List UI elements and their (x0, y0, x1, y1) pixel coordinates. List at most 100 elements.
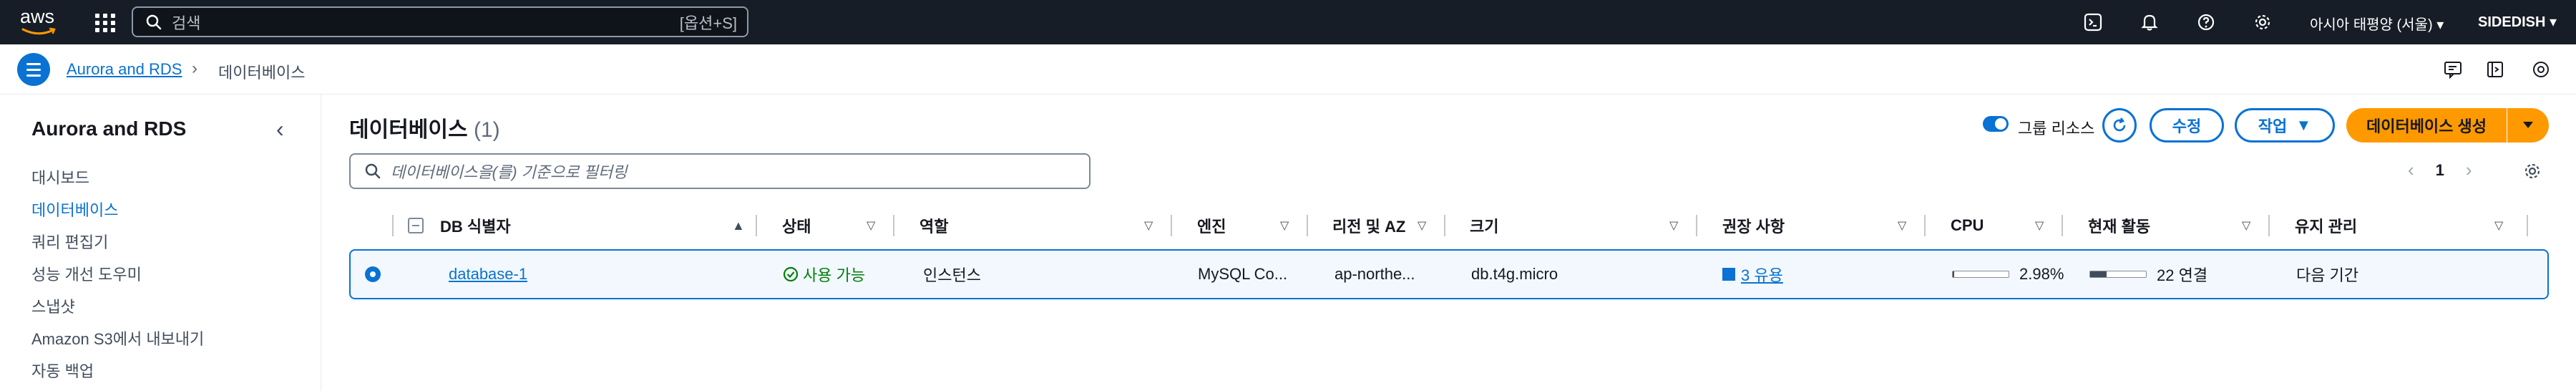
size-cell: db.t4g.micro (1471, 265, 1558, 283)
global-search-input[interactable]: 검색 [옵션+S] (132, 6, 748, 37)
gear-icon[interactable] (2250, 10, 2275, 34)
breadcrumb-current: 데이터베이스 (218, 64, 306, 82)
create-database-dropdown[interactable] (2507, 108, 2549, 143)
refresh-button[interactable] (2102, 108, 2137, 143)
activity-bar (2089, 271, 2147, 278)
chevron-right-icon: › (192, 59, 197, 78)
cpu-value: 2.98% (2019, 265, 2064, 283)
column-header-activity[interactable]: 현재 활동 (2088, 203, 2150, 248)
breadcrumb-bar: Aurora and RDS › 데이터베이스 (0, 44, 2576, 95)
cloudshell-icon[interactable] (2081, 10, 2105, 34)
menu-toggle-button[interactable] (17, 53, 50, 86)
column-divider (1924, 215, 1926, 236)
sort-icon[interactable]: ▽ (2494, 203, 2503, 248)
column-divider (1444, 215, 1445, 236)
cpu-cell: 2.98% (1952, 251, 2064, 298)
group-resources-label: 그룹 리소스 (2018, 120, 2095, 137)
activity-value: 22 연결 (2157, 266, 2208, 284)
sidebar-title: Aurora and RDS (31, 117, 187, 140)
circle-settings-icon[interactable] (2529, 57, 2553, 82)
search-shortcut: [옵션+S] (679, 14, 737, 32)
sidebar-item-databases[interactable]: 데이터베이스 (31, 198, 118, 221)
column-divider (1171, 215, 1172, 236)
cpu-bar (1952, 271, 2009, 278)
collapse-chevron-icon[interactable]: ‹ (276, 116, 284, 143)
bell-icon[interactable] (2137, 10, 2162, 34)
table-settings-gear-icon[interactable] (2520, 159, 2545, 183)
column-header-size[interactable]: 크기 (1470, 203, 1498, 248)
column-header-role[interactable]: 역할 (919, 203, 948, 248)
maintenance-cell: 다음 기간 (2296, 266, 2359, 284)
page-title: 데이터베이스 (1) (349, 118, 500, 142)
sort-icon[interactable]: ▽ (2035, 203, 2044, 248)
column-header-identifier[interactable]: DB 식별자 (440, 203, 511, 248)
sidebar-item-dashboard[interactable]: 대시보드 (31, 165, 89, 188)
sort-icon[interactable]: ▽ (1418, 203, 1426, 248)
group-resources-toggle[interactable] (1983, 116, 2009, 132)
pagination: ‹ 1 › (2408, 159, 2472, 181)
aws-logo-text: aws (20, 6, 55, 27)
column-header-region-az[interactable]: 리전 및 AZ (1332, 203, 1405, 248)
search-icon (365, 163, 381, 179)
filter-input[interactable]: 데이터베이스을(를) 기준으로 필터링 (349, 153, 1091, 189)
column-divider (2062, 215, 2063, 236)
column-header-maintenance[interactable]: 유지 관리 (2295, 203, 2357, 248)
db-identifier-link[interactable]: database-1 (449, 265, 527, 284)
help-icon[interactable] (2194, 10, 2218, 34)
sort-icon[interactable]: ▽ (1144, 203, 1153, 248)
region-selector[interactable]: 아시아 태평양 (서울) ▾ (2310, 13, 2444, 34)
panel-icon[interactable] (2483, 57, 2507, 82)
column-header-engine[interactable]: 엔진 (1197, 203, 1226, 248)
column-divider (756, 215, 757, 236)
sidebar-item-automated-backups[interactable]: 자동 백업 (31, 359, 94, 382)
database-count: (1) (473, 118, 500, 142)
sort-icon[interactable]: ▽ (1898, 203, 1906, 248)
aws-smile-icon (21, 27, 56, 35)
column-divider (2268, 215, 2270, 236)
engine-cell: MySQL Co... (1198, 265, 1288, 283)
breadcrumb-parent-link[interactable]: Aurora and RDS (67, 60, 182, 79)
sort-icon[interactable]: ▽ (1669, 203, 1678, 248)
actions-button[interactable]: 작업 ▼ (2235, 108, 2335, 143)
activity-cell: 22 연결 (2089, 251, 2207, 298)
recommendations-link[interactable]: 3 유용 (1741, 263, 1783, 286)
column-divider (1307, 215, 1308, 236)
role-cell: 인스턴스 (923, 266, 981, 284)
column-divider (893, 215, 894, 236)
sort-icon[interactable]: ▽ (867, 203, 875, 248)
sort-icon[interactable]: ▽ (1280, 203, 1289, 248)
column-divider (1696, 215, 1697, 236)
recommendation-square-icon (1722, 268, 1735, 281)
filter-placeholder: 데이터베이스을(를) 기준으로 필터링 (391, 163, 628, 181)
column-divider (2527, 215, 2528, 236)
sidebar-item-snapshots[interactable]: 스냅샷 (31, 294, 75, 317)
refresh-icon (2113, 117, 2126, 132)
search-placeholder: 검색 (172, 14, 201, 32)
feedback-icon[interactable] (2441, 57, 2466, 82)
search-icon (146, 14, 162, 29)
aws-logo[interactable]: aws (20, 6, 60, 37)
check-circle-icon (783, 266, 799, 282)
column-header-recommendations[interactable]: 권장 사항 (1722, 203, 1785, 248)
status-badge: 사용 가능 (783, 251, 865, 298)
sidebar-item-query-editor[interactable]: 쿼리 편집기 (31, 230, 108, 253)
sort-ascending-icon[interactable]: ▲ (732, 203, 745, 248)
expand-all-checkbox[interactable] (408, 218, 424, 233)
row-select-radio[interactable] (365, 266, 381, 282)
column-header-status[interactable]: 상태 (782, 203, 811, 248)
account-menu[interactable]: SIDEDISH ▾ (2478, 13, 2557, 31)
region-az-cell: ap-northe... (1335, 265, 1415, 283)
sidebar-item-performance-insights[interactable]: 성능 개선 도우미 (31, 262, 142, 285)
next-page-icon[interactable]: › (2466, 159, 2472, 181)
sidebar-item-s3-export[interactable]: Amazon S3에서 내보내기 (31, 327, 204, 349)
top-navigation: aws 검색 [옵션+S] 아시아 태평양 (서울) ▾ SIDEDISH ▾ (0, 0, 2576, 44)
column-header-cpu[interactable]: CPU (1951, 203, 1984, 248)
table-row[interactable]: database-1 사용 가능 인스턴스 MySQL Co... ap-nor… (349, 249, 2549, 299)
sort-icon[interactable]: ▽ (2242, 203, 2250, 248)
services-menu-icon[interactable] (92, 10, 116, 34)
modify-button[interactable]: 수정 (2150, 108, 2224, 143)
current-page[interactable]: 1 (2436, 161, 2444, 180)
column-divider (392, 215, 394, 236)
previous-page-icon[interactable]: ‹ (2408, 159, 2414, 181)
create-database-button[interactable]: 데이터베이스 생성 (2346, 108, 2507, 143)
